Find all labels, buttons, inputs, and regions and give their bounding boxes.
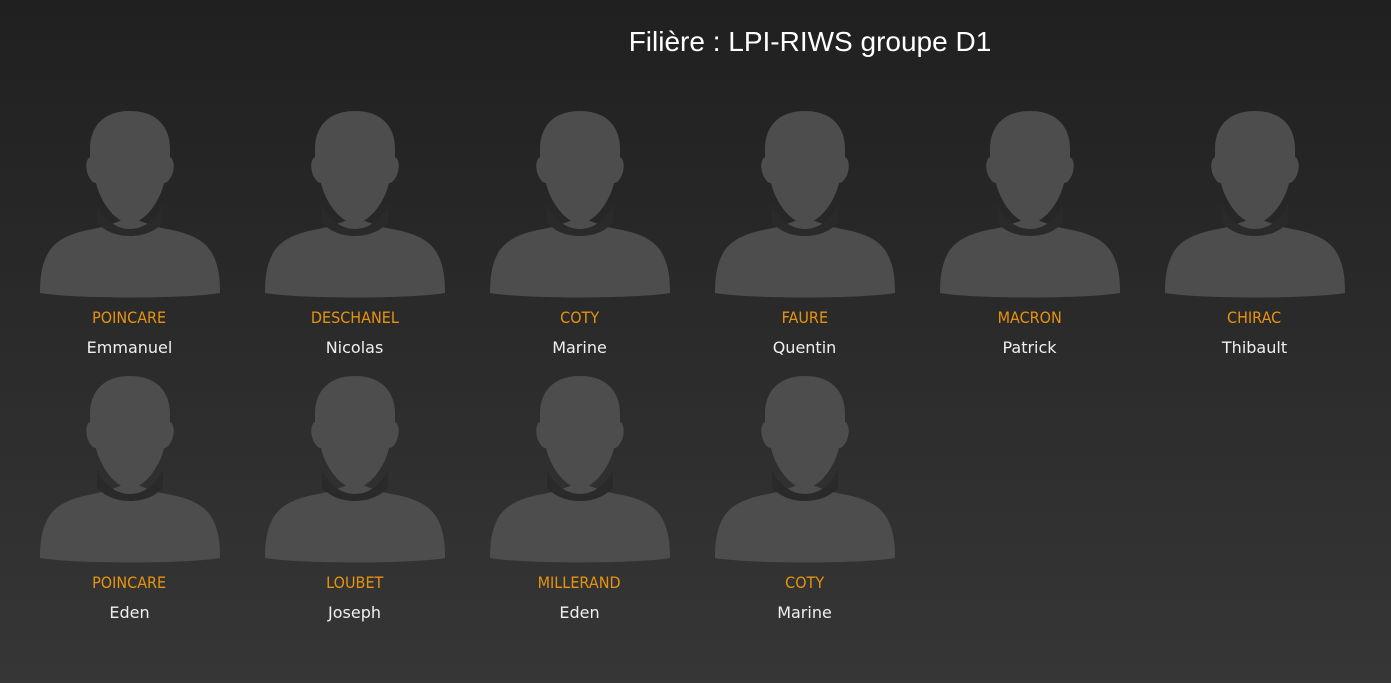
student-card[interactable]: MILLERAND Eden (467, 370, 692, 635)
user-silhouette-icon (264, 111, 445, 298)
student-card[interactable]: POINCARE Emmanuel (17, 105, 242, 370)
student-lastname: POINCARE (92, 308, 167, 327)
student-lastname: COTY (785, 573, 824, 592)
student-firstname: Marine (552, 338, 607, 357)
user-silhouette-icon (489, 111, 670, 298)
student-grid: POINCARE Emmanuel DESCHANEL Nicolas COTY… (17, 105, 1367, 635)
user-silhouette-icon (714, 111, 895, 298)
student-card[interactable]: LOUBET Joseph (242, 370, 467, 635)
student-lastname: COTY (560, 308, 599, 327)
student-firstname: Thibault (1221, 338, 1288, 357)
user-silhouette-icon (489, 376, 670, 563)
student-firstname: Patrick (1002, 338, 1057, 357)
user-silhouette-icon (39, 376, 220, 563)
student-lastname: DESCHANEL (310, 308, 399, 327)
user-silhouette-icon (939, 111, 1120, 298)
student-lastname: FAURE (781, 308, 828, 327)
student-firstname: Eden (559, 603, 600, 622)
student-firstname: Quentin (772, 338, 837, 357)
student-firstname: Emmanuel (86, 338, 173, 357)
student-card[interactable]: FAURE Quentin (692, 105, 917, 370)
student-firstname: Joseph (328, 603, 381, 622)
user-silhouette-icon (1164, 111, 1345, 298)
page: Filière : LPI-RIWS groupe D1 POINCARE Em… (0, 0, 1391, 683)
student-firstname: Nicolas (325, 338, 384, 357)
student-firstname: Marine (777, 603, 832, 622)
student-card[interactable]: COTY Marine (467, 105, 692, 370)
student-card[interactable]: DESCHANEL Nicolas (242, 105, 467, 370)
student-card[interactable]: CHIRAC Thibault (1142, 105, 1367, 370)
student-card[interactable]: COTY Marine (692, 370, 917, 635)
user-silhouette-icon (39, 111, 220, 298)
user-silhouette-icon (264, 376, 445, 563)
page-title: Filière : LPI-RIWS groupe D1 (628, 26, 992, 57)
student-lastname: POINCARE (92, 573, 167, 592)
student-lastname: MILLERAND (538, 573, 621, 592)
student-card[interactable]: MACRON Patrick (917, 105, 1142, 370)
student-lastname: MACRON (997, 308, 1062, 327)
user-silhouette-icon (714, 376, 895, 563)
student-firstname: Eden (109, 603, 150, 622)
student-lastname: LOUBET (325, 573, 384, 592)
student-card[interactable]: POINCARE Eden (17, 370, 242, 635)
student-lastname: CHIRAC (1227, 308, 1282, 327)
